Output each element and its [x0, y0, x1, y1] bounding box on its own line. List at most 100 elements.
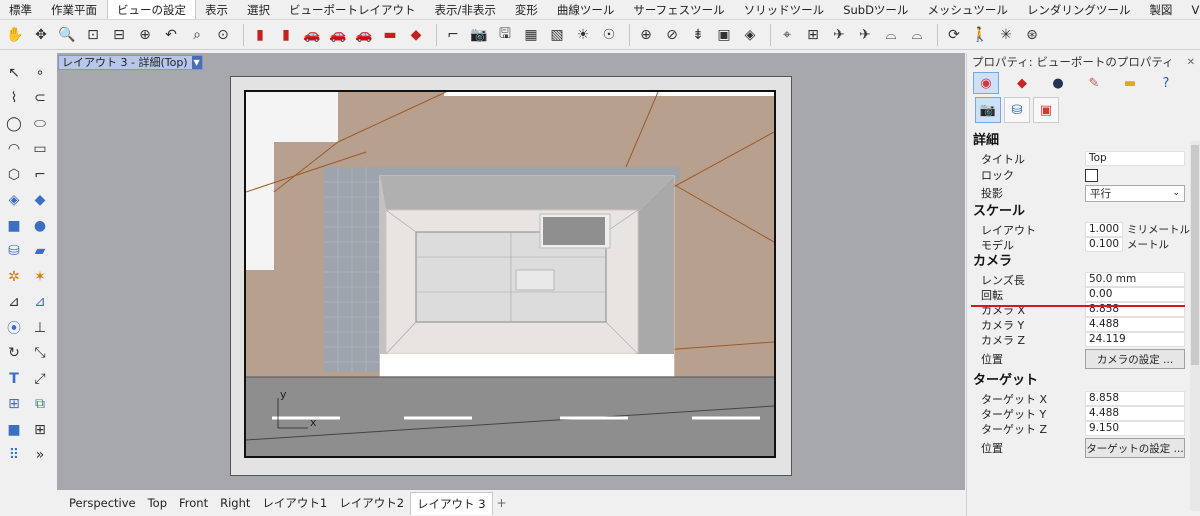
- zoom-icon[interactable]: 🔍: [56, 24, 78, 46]
- zoom-window-icon[interactable]: ⊡: [82, 24, 104, 46]
- polygon-icon[interactable]: ⬡: [2, 164, 26, 186]
- material-icon[interactable]: ◆: [1009, 72, 1035, 94]
- help-icon[interactable]: ?: [1153, 72, 1179, 94]
- rotate-icon[interactable]: ↻: [2, 342, 26, 364]
- view-perspective-icon[interactable]: ◆: [405, 24, 427, 46]
- viewport-title[interactable]: レイアウト 3 - 詳細(Top) ▼: [58, 55, 203, 70]
- snapshot-icon[interactable]: ⧉: [28, 393, 52, 415]
- clipping-plane-icon[interactable]: ⊞: [802, 24, 824, 46]
- tab-transform[interactable]: 変形: [506, 0, 548, 19]
- scrollbar-thumb[interactable]: [1191, 145, 1199, 365]
- projection-select[interactable]: 平行 ⌄: [1085, 184, 1185, 202]
- tab-layout-1[interactable]: レイアウト1: [256, 492, 333, 514]
- camera-z-field[interactable]: 24.119: [1085, 332, 1185, 347]
- curve-icon[interactable]: ⊂: [28, 87, 52, 109]
- circle-icon[interactable]: ◯: [2, 113, 26, 135]
- extrude-icon[interactable]: ⊥: [28, 317, 52, 339]
- aircraft-side-icon[interactable]: ⌓: [880, 24, 902, 46]
- database-icon[interactable]: ⛁: [1004, 97, 1030, 123]
- rectangle-icon[interactable]: ▭: [28, 138, 52, 160]
- parallel-view-icon[interactable]: ◈: [739, 24, 761, 46]
- tab-overflow[interactable]: V>>: [1182, 0, 1200, 19]
- lock-checkbox[interactable]: [1085, 168, 1098, 182]
- camera-y-field[interactable]: 4.488: [1085, 317, 1185, 332]
- grid-icon[interactable]: ⊞: [28, 419, 52, 441]
- view-front-icon[interactable]: 🚗: [353, 24, 375, 46]
- split-icon[interactable]: ⊿: [28, 291, 52, 313]
- panel-scrollbar[interactable]: [1190, 141, 1200, 511]
- fly-icon[interactable]: ✈: [828, 24, 850, 46]
- view-left-icon[interactable]: 🚗: [301, 24, 323, 46]
- pan-hand-icon[interactable]: ✋: [4, 24, 26, 46]
- aircraft-top-icon[interactable]: ✈: [854, 24, 876, 46]
- lens-field[interactable]: 50.0 mm: [1085, 272, 1185, 287]
- point-icon[interactable]: ∘: [28, 62, 52, 84]
- view-back-icon[interactable]: ▬: [379, 24, 401, 46]
- place-target-button[interactable]: ターゲットの設定 ...: [1085, 438, 1185, 458]
- rotate-view-icon[interactable]: ✥: [30, 24, 52, 46]
- frame-icon[interactable]: ▣: [1033, 97, 1059, 123]
- rotate-360-icon[interactable]: ⟳: [943, 24, 965, 46]
- set-target-icon[interactable]: ⊘: [661, 24, 683, 46]
- camera-target-icon[interactable]: ⇟: [687, 24, 709, 46]
- tab-mesh-tools[interactable]: メッシュツール: [918, 0, 1018, 19]
- walkabout-icon[interactable]: 🚶: [969, 24, 991, 46]
- box-icon[interactable]: ■: [2, 215, 26, 237]
- view-bottom-icon[interactable]: ▮: [275, 24, 297, 46]
- tab-layout-2[interactable]: レイアウト2: [333, 492, 410, 514]
- camera-icon[interactable]: 📷: [468, 24, 490, 46]
- tab-front[interactable]: Front: [173, 492, 214, 514]
- close-icon[interactable]: ✕: [1187, 57, 1195, 68]
- folder-icon[interactable]: ▬: [1117, 72, 1143, 94]
- light-icon[interactable]: ☀: [572, 24, 594, 46]
- layout-scale-field[interactable]: 1.000: [1085, 222, 1123, 237]
- viewport-layout-icon[interactable]: ▦: [520, 24, 542, 46]
- target-x-field[interactable]: 8.858: [1085, 391, 1185, 406]
- tab-subd-tools[interactable]: SubDツール: [834, 0, 918, 19]
- detail-view[interactable]: y x: [244, 90, 776, 458]
- tab-drafting[interactable]: 製図: [1140, 0, 1182, 19]
- tab-standard[interactable]: 標準: [0, 0, 42, 19]
- scale-icon[interactable]: ⤡: [28, 342, 52, 364]
- tab-viewport-layout[interactable]: ビューポートレイアウト: [280, 0, 426, 19]
- aircraft-front-icon[interactable]: ⌓: [906, 24, 928, 46]
- place-camera-icon[interactable]: ▣: [713, 24, 735, 46]
- tab-top[interactable]: Top: [142, 492, 173, 514]
- plan-view-icon[interactable]: ▧: [546, 24, 568, 46]
- target-z-field[interactable]: 9.150: [1085, 421, 1185, 436]
- boolean-icon[interactable]: ⦿: [2, 317, 26, 339]
- target-icon[interactable]: ⊕: [635, 24, 657, 46]
- target-y-field[interactable]: 4.488: [1085, 406, 1185, 421]
- select-arrow-icon[interactable]: ↖: [2, 62, 26, 84]
- fillet-icon[interactable]: ⌐: [28, 164, 52, 186]
- more-tools-icon[interactable]: »: [28, 444, 52, 466]
- tab-display[interactable]: 表示: [196, 0, 238, 19]
- named-view-icon[interactable]: 🖫: [494, 24, 516, 46]
- zoom-selected-icon[interactable]: ⊟: [108, 24, 130, 46]
- zoom-in-icon[interactable]: ⊙: [212, 24, 234, 46]
- paint-brush-icon[interactable]: ✎: [1081, 72, 1107, 94]
- surface-edit-icon[interactable]: ◆: [28, 189, 52, 211]
- two-point-perspective-icon[interactable]: ⌖: [776, 24, 798, 46]
- surface-icon[interactable]: ◈: [2, 189, 26, 211]
- transform-icon[interactable]: ✲: [2, 266, 26, 288]
- sphere-icon[interactable]: ●: [1045, 72, 1071, 94]
- tab-solid-tools[interactable]: ソリッドツール: [735, 0, 835, 19]
- tab-curve-tools[interactable]: 曲線ツール: [548, 0, 625, 19]
- tab-set-view[interactable]: ビューの設定: [107, 0, 196, 19]
- tab-render-tools[interactable]: レンダリングツール: [1018, 0, 1141, 19]
- view-top-icon[interactable]: ▮: [249, 24, 271, 46]
- dimension-icon[interactable]: ⤢: [28, 368, 52, 390]
- block-icon[interactable]: ⊞: [2, 393, 26, 415]
- render-box-icon[interactable]: ■: [2, 419, 26, 441]
- model-scale-field[interactable]: 0.100: [1085, 237, 1123, 252]
- camera-icon[interactable]: 📷: [975, 97, 1001, 123]
- tab-visibility[interactable]: 表示/非表示: [426, 0, 506, 19]
- tab-layout-3[interactable]: レイアウト 3: [410, 491, 493, 515]
- color-wheel-icon[interactable]: ◉: [973, 72, 999, 94]
- place-camera-button[interactable]: カメラの設定 ...: [1085, 349, 1185, 369]
- title-field[interactable]: Top: [1085, 151, 1185, 166]
- explode-icon[interactable]: ✶: [28, 266, 52, 288]
- trim-icon[interactable]: ⊿: [2, 291, 26, 313]
- undo-view-icon[interactable]: ↶: [160, 24, 182, 46]
